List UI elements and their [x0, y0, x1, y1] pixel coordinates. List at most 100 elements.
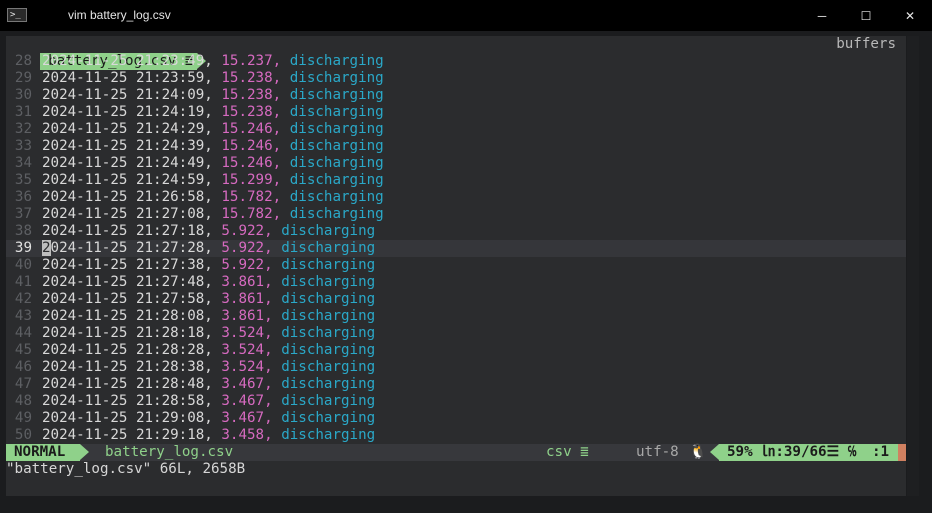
- line-number: 45: [14, 342, 32, 358]
- value-field: 5.922: [221, 257, 265, 273]
- value-field: 3.458: [221, 427, 265, 443]
- buffer-line[interactable]: 47 2024-11-25 21:28:48, 3.467, dischargin…: [6, 376, 906, 393]
- filetype-label: csv ≣: [546, 444, 589, 460]
- command-line[interactable]: "battery_log.csv" 66L, 2658B: [6, 461, 906, 478]
- warning-indicator: [898, 444, 906, 461]
- buffer-line[interactable]: 45 2024-11-25 21:28:28, 3.524, dischargin…: [6, 342, 906, 359]
- buffer-line[interactable]: 44 2024-11-25 21:28:18, 3.524, dischargin…: [6, 325, 906, 342]
- line-number: 34: [14, 155, 32, 171]
- statusline-filename: battery_log.csv: [105, 444, 234, 460]
- status-field: discharging: [289, 189, 384, 205]
- value-field: 3.861: [221, 274, 265, 290]
- line-number: 35: [14, 172, 32, 188]
- buffer-line[interactable]: 41 2024-11-25 21:27:48, 3.861, dischargin…: [6, 274, 906, 291]
- timestamp-field: 2024-11-25 21:26:58: [42, 189, 205, 205]
- vim-statusline: NORMAL battery_log.csv csv ≣ utf-8 🐧 59%…: [6, 444, 906, 461]
- buffer-line[interactable]: 40 2024-11-25 21:27:38, 5.922, dischargin…: [6, 257, 906, 274]
- value-field: 3.861: [221, 308, 265, 324]
- status-field: discharging: [289, 53, 384, 69]
- line-number: 46: [14, 359, 32, 375]
- timestamp-field: 2024-11-25 21:27:18: [42, 223, 205, 239]
- buffer-line[interactable]: 50 2024-11-25 21:29:18, 3.458, dischargin…: [6, 427, 906, 444]
- buffer-text-area[interactable]: 28 2024-11-25 21:23:49, 15.237, dischargi…: [6, 53, 906, 444]
- timestamp-field: 2024-11-25 21:28:58: [42, 393, 205, 409]
- value-field: 15.246: [221, 138, 273, 154]
- buffer-line[interactable]: 28 2024-11-25 21:23:49, 15.237, dischargi…: [6, 53, 906, 70]
- line-number: 41: [14, 274, 32, 290]
- status-field: discharging: [289, 70, 384, 86]
- buffer-line[interactable]: 31 2024-11-25 21:24:19, 15.238, dischargi…: [6, 104, 906, 121]
- timestamp-field: 2024-11-25 21:27:28: [42, 240, 205, 256]
- linux-icon: 🐧: [689, 444, 707, 460]
- value-field: 3.524: [221, 342, 265, 358]
- status-field: discharging: [289, 172, 384, 188]
- maximize-button[interactable]: ☐: [844, 0, 888, 31]
- buffer-line[interactable]: 48 2024-11-25 21:28:58, 3.467, dischargin…: [6, 393, 906, 410]
- line-number: 30: [14, 87, 32, 103]
- value-field: 15.237: [221, 53, 273, 69]
- line-number: 28: [14, 53, 32, 69]
- line-number: 43: [14, 308, 32, 324]
- timestamp-field: 2024-11-25 21:28:18: [42, 325, 205, 341]
- status-field: discharging: [281, 257, 376, 273]
- status-field: discharging: [281, 410, 376, 426]
- close-button[interactable]: ✕: [888, 0, 932, 31]
- status-field: discharging: [289, 138, 384, 154]
- buffer-line[interactable]: 34 2024-11-25 21:24:49, 15.246, dischargi…: [6, 155, 906, 172]
- buffer-line[interactable]: 49 2024-11-25 21:29:08, 3.467, dischargin…: [6, 410, 906, 427]
- value-field: 15.238: [221, 70, 273, 86]
- timestamp-field: 2024-11-25 21:24:59: [42, 172, 205, 188]
- buffer-line[interactable]: 32 2024-11-25 21:24:29, 15.246, dischargi…: [6, 121, 906, 138]
- buffers-label: buffers: [836, 36, 896, 52]
- value-field: 15.782: [221, 189, 273, 205]
- buffer-line[interactable]: 39 2024-11-25 21:27:28, 5.922, dischargin…: [6, 240, 906, 257]
- buffer-line[interactable]: 33 2024-11-25 21:24:39, 15.246, dischargi…: [6, 138, 906, 155]
- timestamp-field: 2024-11-25 21:23:59: [42, 70, 205, 86]
- cursor-position: 59% ㏑:39/66☰ ℅: [719, 444, 868, 461]
- timestamp-field: 2024-11-25 21:29:18: [42, 427, 205, 443]
- line-number: 29: [14, 70, 32, 86]
- value-field: 15.238: [221, 87, 273, 103]
- value-field: 15.782: [221, 206, 273, 222]
- buffer-line[interactable]: 35 2024-11-25 21:24:59, 15.299, dischargi…: [6, 172, 906, 189]
- status-field: discharging: [281, 393, 376, 409]
- status-field: discharging: [289, 206, 384, 222]
- timestamp-field: 2024-11-25 21:27:08: [42, 206, 205, 222]
- value-field: 3.467: [221, 393, 265, 409]
- line-number: 44: [14, 325, 32, 341]
- value-field: 3.467: [221, 410, 265, 426]
- line-number: 36: [14, 189, 32, 205]
- timestamp-field: 2024-11-25 21:27:38: [42, 257, 205, 273]
- timestamp-field: 2024-11-25 21:27:58: [42, 291, 205, 307]
- timestamp-field: 2024-11-25 21:29:08: [42, 410, 205, 426]
- terminal-viewport[interactable]: battery_log.csv ≣ buffers 28 2024-11-25 2…: [6, 36, 906, 496]
- buffer-line[interactable]: 37 2024-11-25 21:27:08, 15.782, dischargi…: [6, 206, 906, 223]
- mode-indicator: NORMAL: [6, 444, 80, 461]
- value-field: 15.238: [221, 104, 273, 120]
- minimize-button[interactable]: ─: [800, 0, 844, 31]
- timestamp-field: 2024-11-25 21:27:48: [42, 274, 205, 290]
- line-number: 47: [14, 376, 32, 392]
- buffer-line[interactable]: 43 2024-11-25 21:28:08, 3.861, dischargin…: [6, 308, 906, 325]
- buffer-line[interactable]: 38 2024-11-25 21:27:18, 5.922, dischargin…: [6, 223, 906, 240]
- title-bar: >_ vim battery_log.csv ─ ☐ ✕: [0, 0, 932, 31]
- value-field: 3.524: [221, 325, 265, 341]
- value-field: 3.861: [221, 291, 265, 307]
- buffer-line[interactable]: 46 2024-11-25 21:28:38, 3.524, dischargin…: [6, 359, 906, 376]
- line-number: 31: [14, 104, 32, 120]
- buffer-line[interactable]: 29 2024-11-25 21:23:59, 15.238, dischargi…: [6, 70, 906, 87]
- buffer-line[interactable]: 30 2024-11-25 21:24:09, 15.238, dischargi…: [6, 87, 906, 104]
- encoding-label: utf-8: [636, 444, 679, 460]
- status-field: discharging: [289, 155, 384, 171]
- buffer-line[interactable]: 42 2024-11-25 21:27:58, 3.861, dischargin…: [6, 291, 906, 308]
- line-number: 40: [14, 257, 32, 273]
- scrollbar[interactable]: [907, 36, 919, 496]
- timestamp-field: 2024-11-25 21:24:49: [42, 155, 205, 171]
- buffer-line[interactable]: 36 2024-11-25 21:26:58, 15.782, dischargi…: [6, 189, 906, 206]
- position-separator: [710, 444, 719, 460]
- timestamp-field: 2024-11-25 21:28:08: [42, 308, 205, 324]
- text-cursor: 2: [42, 240, 51, 256]
- value-field: 15.246: [221, 121, 273, 137]
- status-field: discharging: [289, 87, 384, 103]
- timestamp-field: 2024-11-25 21:24:19: [42, 104, 205, 120]
